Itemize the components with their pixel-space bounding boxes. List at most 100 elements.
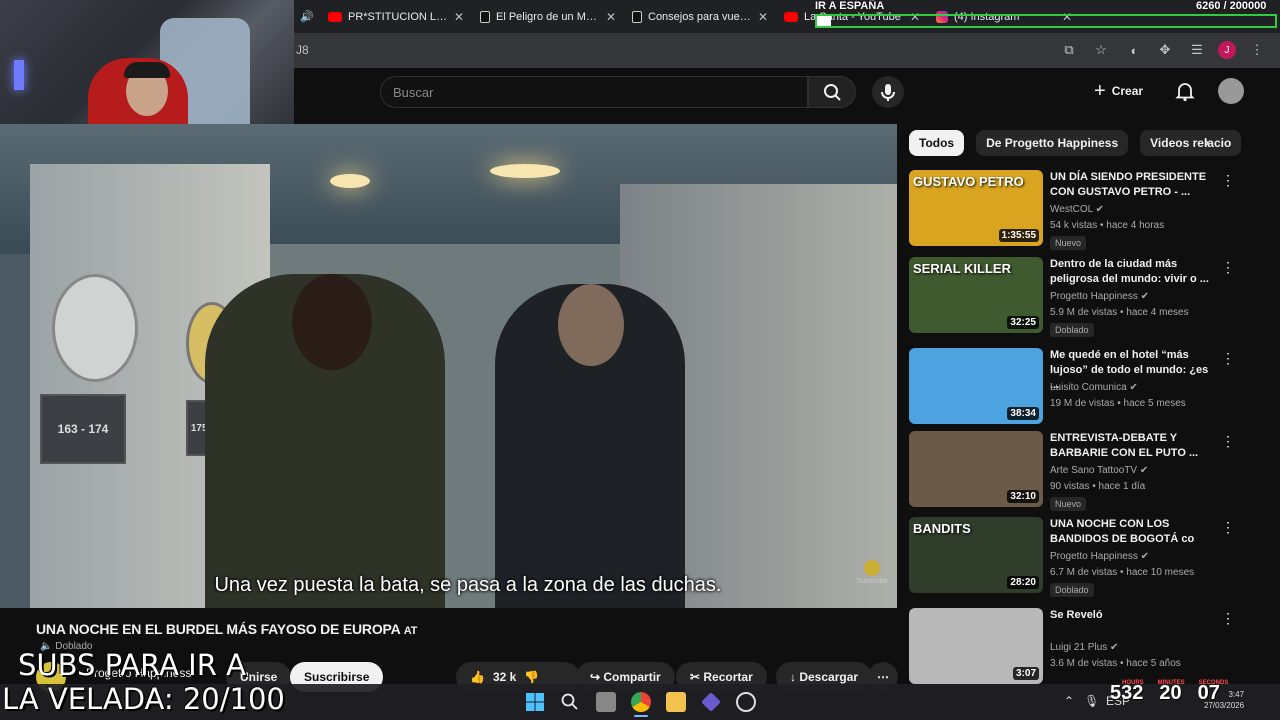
search-button[interactable] bbox=[808, 76, 856, 108]
video-duration: 3:07 bbox=[1012, 667, 1039, 680]
app-icon[interactable] bbox=[701, 692, 721, 712]
kebab-menu-icon[interactable]: ⋮ bbox=[1221, 259, 1235, 276]
video-thumbnail[interactable]: BANDITS 28:20 bbox=[909, 517, 1043, 593]
browser-tab[interactable]: PR*STITUCION LEGAL ( ✕ bbox=[320, 0, 472, 33]
youtube-icon bbox=[784, 11, 798, 22]
obs-icon[interactable] bbox=[736, 692, 756, 712]
video-title-fragment: AT bbox=[403, 625, 418, 637]
recommendation-title[interactable]: ENTREVISTA-DEBATE Y BARBARIE CON EL PUTO… bbox=[1050, 431, 1220, 461]
video-thumbnail[interactable]: 32:10 bbox=[909, 431, 1043, 507]
kebab-menu-icon[interactable]: ⋮ bbox=[1221, 350, 1235, 367]
video-thumbnail[interactable]: 3:07 bbox=[909, 608, 1043, 684]
profile-avatar[interactable]: J bbox=[1218, 41, 1236, 59]
chrome-icon[interactable] bbox=[631, 692, 651, 712]
video-title: UNA NOCHE EN EL BURDEL MÁS FAYOSO DE EUR… bbox=[36, 621, 417, 637]
video-title-text: UNA NOCHE EN EL BURDEL MÁS FAYOSO DE EUR… bbox=[36, 621, 401, 637]
chip-from-channel[interactable]: De Progetto Happiness bbox=[976, 130, 1129, 156]
windows-start-icon[interactable] bbox=[525, 692, 545, 712]
tiktok-icon bbox=[480, 10, 490, 23]
subscribe-watermark[interactable]: Subscribe bbox=[856, 560, 888, 585]
kebab-menu-icon[interactable]: ⋮ bbox=[1221, 610, 1235, 627]
notifications-bell-icon[interactable] bbox=[1174, 80, 1196, 102]
video-thumbnail[interactable]: GUSTAVO PETRO 1:35:55 bbox=[909, 170, 1043, 246]
recommendation-card[interactable]: BANDITS 28:20 UNA NOCHE CON LOS BANDIDOS D… bbox=[909, 517, 1259, 597]
kebab-menu-icon[interactable]: ⋮ bbox=[1246, 39, 1268, 61]
speaker-icon[interactable]: 🔊 bbox=[294, 10, 320, 23]
recommendation-card[interactable]: 38:34 Me quedé en el hotel “más lujoso” d… bbox=[909, 348, 1259, 428]
recommendation-channel-name: Progetto Happiness bbox=[1050, 551, 1138, 562]
recommendation-badge: Nuevo bbox=[1050, 236, 1087, 250]
chip-all[interactable]: Todos bbox=[909, 130, 965, 156]
recommendation-channel-name: Luisito Comunica bbox=[1050, 382, 1127, 393]
recommendation-channel-name: Arte Sano TattooTV bbox=[1050, 465, 1138, 476]
share-label: Compartir bbox=[603, 670, 661, 684]
search-placeholder: Buscar bbox=[393, 85, 434, 100]
voice-search-button[interactable] bbox=[872, 76, 904, 108]
recommendation-card[interactable]: 32:10 ENTREVISTA-DEBATE Y BARBARIE CON EL… bbox=[909, 431, 1259, 511]
close-tab-icon[interactable]: ✕ bbox=[606, 10, 616, 24]
active-app-indicator bbox=[634, 715, 648, 717]
streamer-cap bbox=[124, 62, 170, 78]
search-input[interactable]: Buscar bbox=[380, 76, 808, 108]
account-avatar[interactable] bbox=[1218, 78, 1244, 104]
recommendation-channel-name: Progetto Happiness bbox=[1050, 291, 1138, 302]
download-label: Descargar bbox=[799, 670, 859, 684]
task-view-icon[interactable] bbox=[596, 692, 616, 712]
download-arrow-icon: ↓ bbox=[790, 670, 800, 684]
tab-title: PR*STITUCION LEGAL ( bbox=[348, 10, 448, 23]
recommendation-channel[interactable]: WestCOL ✔ bbox=[1050, 204, 1104, 215]
chip-related[interactable]: Videos relacio bbox=[1140, 130, 1242, 156]
browser-tab[interactable]: Consejos para vuelos c ✕ bbox=[624, 0, 776, 33]
recommendation-badge: Doblado bbox=[1050, 323, 1094, 337]
recommendation-title[interactable]: UNA NOCHE CON LOS BANDIDOS DE BOGOTÁ co bbox=[1050, 517, 1220, 547]
rgb-light bbox=[14, 60, 24, 90]
thumbnail-text: BANDITS bbox=[913, 521, 971, 536]
recommendation-channel[interactable]: Luigi 21 Plus ✔ bbox=[1050, 642, 1118, 653]
close-tab-icon[interactable]: ✕ bbox=[454, 10, 464, 24]
recommendation-card[interactable]: GUSTAVO PETRO 1:35:55 UN DÍA SIENDO PRESID… bbox=[909, 170, 1259, 250]
kebab-menu-icon[interactable]: ⋮ bbox=[1221, 519, 1235, 536]
chevron-right-icon[interactable]: › bbox=[1204, 134, 1209, 152]
recommendation-channel[interactable]: Progetto Happiness ✔ bbox=[1050, 291, 1149, 302]
verified-check-icon: ✔ bbox=[1140, 551, 1150, 562]
kebab-menu-icon[interactable]: ⋮ bbox=[1221, 172, 1235, 189]
video-player[interactable]: 163 - 174 175 - 186 Una vez puesta la ba… bbox=[0, 124, 897, 608]
close-tab-icon[interactable]: ✕ bbox=[758, 10, 768, 24]
recommendation-card[interactable]: SERIAL KILLER 32:25 Dentro de la ciudad má… bbox=[909, 257, 1259, 337]
video-duration: 1:35:55 bbox=[998, 229, 1039, 242]
recommendation-meta: 3.6 M de vistas • hace 5 años bbox=[1050, 658, 1181, 669]
bookmark-star-icon[interactable]: ☆ bbox=[1090, 39, 1112, 61]
video-thumbnail[interactable]: SERIAL KILLER 32:25 bbox=[909, 257, 1043, 333]
recommendation-channel[interactable]: Arte Sano TattooTV ✔ bbox=[1050, 465, 1148, 476]
cast-icon[interactable]: ⧉ bbox=[1058, 39, 1080, 61]
chevron-up-icon[interactable]: ⌃ bbox=[1064, 694, 1074, 708]
create-button[interactable]: + Crear bbox=[1094, 76, 1143, 106]
video-duration: 32:10 bbox=[1007, 490, 1039, 503]
extensions-puzzle-icon[interactable]: ✥ bbox=[1154, 39, 1176, 61]
recommendation-card[interactable]: 3:07 Se Reveló Luigi 21 Plus ✔ 3.6 M de vis… bbox=[909, 608, 1259, 688]
file-explorer-icon[interactable] bbox=[666, 692, 686, 712]
media-queue-icon[interactable]: ☰ bbox=[1186, 39, 1208, 61]
thumbs-up-icon[interactable]: 👍 bbox=[470, 670, 485, 684]
search-icon[interactable] bbox=[560, 692, 580, 712]
youtube-icon bbox=[328, 11, 342, 22]
man-black-coat-head bbox=[558, 284, 624, 366]
microphone-icon[interactable]: 🎙 bbox=[1084, 694, 1099, 708]
recommendation-meta: 54 k vistas • hace 4 horas bbox=[1050, 220, 1165, 231]
recommendation-title[interactable]: UN DÍA SIENDO PRESIDENTE CON GUSTAVO PET… bbox=[1050, 170, 1220, 200]
recommendation-badge: Nuevo bbox=[1050, 497, 1087, 511]
address-bar[interactable]: J8 bbox=[296, 43, 309, 57]
verified-check-icon: ✔ bbox=[1110, 642, 1119, 653]
kebab-menu-icon[interactable]: ⋮ bbox=[1221, 433, 1235, 450]
timer-seconds: 07 bbox=[1197, 682, 1220, 704]
video-thumbnail[interactable]: 38:34 bbox=[909, 348, 1043, 424]
recommendation-channel[interactable]: Luisito Comunica ✔ bbox=[1050, 382, 1138, 393]
thumbs-down-icon[interactable]: 👎 bbox=[524, 670, 539, 684]
locker-number-sign: 163 - 174 bbox=[40, 394, 126, 464]
extension-sound-icon[interactable]: ◖ bbox=[1122, 39, 1144, 61]
recommendation-title[interactable]: Se Reveló bbox=[1050, 608, 1220, 623]
recommendation-title[interactable]: Dentro de la ciudad más peligrosa del mu… bbox=[1050, 257, 1220, 287]
subathon-timer: 532 20 07 bbox=[1110, 682, 1220, 705]
browser-tab[interactable]: El Peligro de un Monta ✕ bbox=[472, 0, 624, 33]
recommendation-channel[interactable]: Progetto Happiness ✔ bbox=[1050, 551, 1149, 562]
